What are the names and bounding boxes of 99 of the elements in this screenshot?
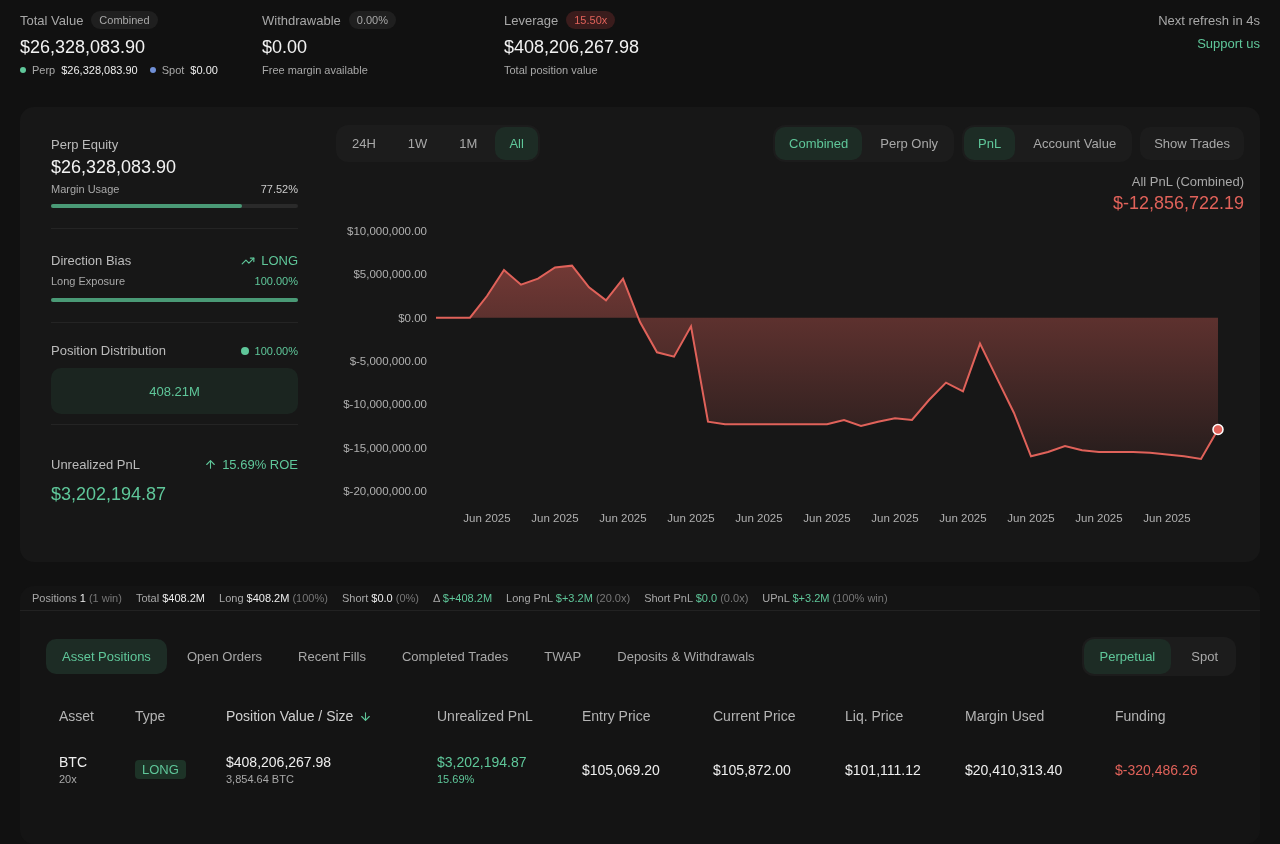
leverage-value: 20x	[59, 773, 78, 785]
arrow-up-icon	[204, 458, 218, 471]
position-type-tag: LONG	[135, 760, 186, 779]
y-axis-label: $-15,000,000.00	[343, 441, 427, 454]
stat-item: Positions 1 (1 win)	[32, 592, 122, 604]
position-size: 3,854.64 BTC	[226, 773, 295, 785]
asset-symbol: BTC	[59, 754, 88, 770]
pnl-percent: 15.69%	[437, 773, 476, 785]
table-cell-text: $3,202,194.87	[437, 754, 528, 770]
breakdown-label: Spot	[161, 64, 185, 76]
metric-value: $0.00	[262, 37, 309, 58]
positions-tab[interactable]: Recent Fills	[282, 639, 382, 674]
section-title: Perp Equity	[51, 137, 120, 152]
metric-label: Leverage	[504, 12, 559, 28]
positions-tab[interactable]: TWAP	[528, 639, 598, 674]
metric-tab[interactable]: PnL	[964, 127, 1016, 160]
y-axis-label: $10,000,000.00	[347, 225, 427, 237]
mode-tab[interactable]: Combined	[775, 127, 863, 160]
table-cell-text: $20,410,313.40	[965, 761, 1064, 778]
stat-item: Total $408.2M	[135, 592, 206, 604]
support-link[interactable]: Support us	[1197, 36, 1260, 51]
column-header[interactable]: Unrealized PnL	[437, 708, 533, 724]
metric-badge: 15.50x	[566, 11, 616, 29]
x-axis-label: Jun 2025	[667, 512, 715, 524]
positions-tab[interactable]: Open Orders	[170, 639, 279, 674]
market-tab[interactable]: Spot	[1175, 639, 1234, 674]
breakdown-value: $0.00	[190, 64, 218, 76]
x-axis-label: Jun 2025	[1075, 512, 1123, 524]
y-axis-label: $-5,000,000.00	[349, 355, 427, 367]
column-header[interactable]: Asset	[59, 708, 94, 724]
pnl-value: $3,202,194.87	[51, 484, 168, 505]
meter-reading: 100.00%	[254, 275, 298, 287]
x-axis-label: Jun 2025	[531, 512, 579, 524]
x-axis-label: Jun 2025	[1143, 512, 1191, 524]
section-title: Unrealized PnL	[51, 457, 140, 472]
metric-label: Total Value	[20, 12, 84, 28]
meter-label: Margin Usage	[51, 183, 120, 195]
range-tab[interactable]: 24H	[338, 127, 390, 160]
x-axis-label: Jun 2025	[735, 512, 783, 524]
range-tab[interactable]: All	[495, 127, 538, 160]
table-cell-text: $408,206,267.98	[226, 754, 333, 770]
y-axis-label: $5,000,000.00	[353, 268, 427, 281]
x-axis-label: Jun 2025	[803, 512, 851, 524]
metric-label: Withdrawable	[262, 12, 341, 28]
direction-value: LONG	[261, 253, 298, 268]
metric-note: Total position value	[504, 64, 599, 76]
stat-item: Long $408.2M (100%)	[219, 592, 328, 604]
column-header[interactable]: Funding	[1115, 708, 1166, 724]
range-tab[interactable]: 1M	[445, 127, 492, 160]
column-header[interactable]: Position Value / Size	[226, 708, 354, 724]
positions-tab[interactable]: Deposits & Withdrawals	[601, 639, 771, 674]
distribution-bar: 408.21M	[51, 368, 298, 414]
metric-tab[interactable]: Account Value	[1019, 127, 1131, 160]
metric-value: $26,328,083.90	[20, 37, 147, 58]
meter-reading: 77.52%	[260, 183, 298, 195]
last-point-marker	[1212, 423, 1224, 436]
column-header[interactable]: Liq. Price	[845, 708, 904, 724]
positions-tab[interactable]: Asset Positions	[46, 639, 167, 674]
metric-badge: 0.00%	[348, 11, 396, 29]
x-axis-label: Jun 2025	[939, 512, 987, 524]
stat-item: UPnL $+3.2M (100% win)	[762, 592, 888, 604]
range-tab[interactable]: 1W	[393, 127, 442, 160]
stat-item: Short PnL $0.0 (0.0x)	[644, 592, 749, 604]
metric-note: Free margin available	[262, 64, 369, 76]
y-axis-label: $0.00	[398, 311, 427, 324]
stat-item: Short $0.0 (0%)	[341, 592, 419, 604]
breakdown-label: Perp	[32, 64, 56, 76]
metric-badge: Combined	[91, 11, 158, 29]
column-header[interactable]: Type	[135, 708, 166, 724]
column-header[interactable]: Entry Price	[582, 708, 651, 724]
y-axis-label: $-10,000,000.00	[343, 398, 427, 411]
column-header[interactable]: Current Price	[713, 708, 796, 724]
x-axis-label: Jun 2025	[1007, 512, 1055, 524]
y-axis-label: $-20,000,000.00	[343, 485, 427, 497]
table-cell-text: $105,069.20	[582, 761, 661, 778]
x-axis-label: Jun 2025	[871, 512, 919, 524]
section-title: Position Distribution	[51, 343, 166, 358]
distribution-reading: 100.00%	[254, 344, 298, 357]
chart-total: $-12,856,722.19	[1112, 193, 1244, 214]
x-axis-label: Jun 2025	[463, 512, 511, 524]
meter-label: Long Exposure	[51, 275, 125, 287]
table-cell-text: $105,872.00	[713, 761, 792, 778]
metric-value: $408,206,267.98	[504, 37, 641, 58]
market-tab[interactable]: Perpetual	[1083, 639, 1172, 674]
positions-tab[interactable]: Completed Trades	[385, 639, 525, 674]
table-cell-text: $-320,486.26	[1115, 761, 1199, 778]
column-header[interactable]: Margin Used	[965, 708, 1045, 724]
show-trades-button[interactable]: Show Trades	[1140, 127, 1244, 160]
refresh-timer: Next refresh in 4s	[1158, 13, 1260, 28]
mode-tab[interactable]: Perp Only	[866, 127, 953, 160]
breakdown-value: $26,328,083.90	[61, 64, 138, 76]
chart-title: All PnL (Combined)	[1131, 174, 1244, 189]
stat-item: Δ $+408.2M	[433, 592, 493, 604]
equity-value: $26,328,083.90	[51, 157, 178, 178]
table-cell-text: $101,111.12	[845, 761, 922, 778]
x-axis-label: Jun 2025	[599, 512, 647, 524]
stat-item: Long PnL $+3.2M (20.0x)	[506, 592, 631, 604]
roe-value: 15.69% ROE	[222, 457, 298, 472]
section-title: Direction Bias	[51, 253, 132, 268]
